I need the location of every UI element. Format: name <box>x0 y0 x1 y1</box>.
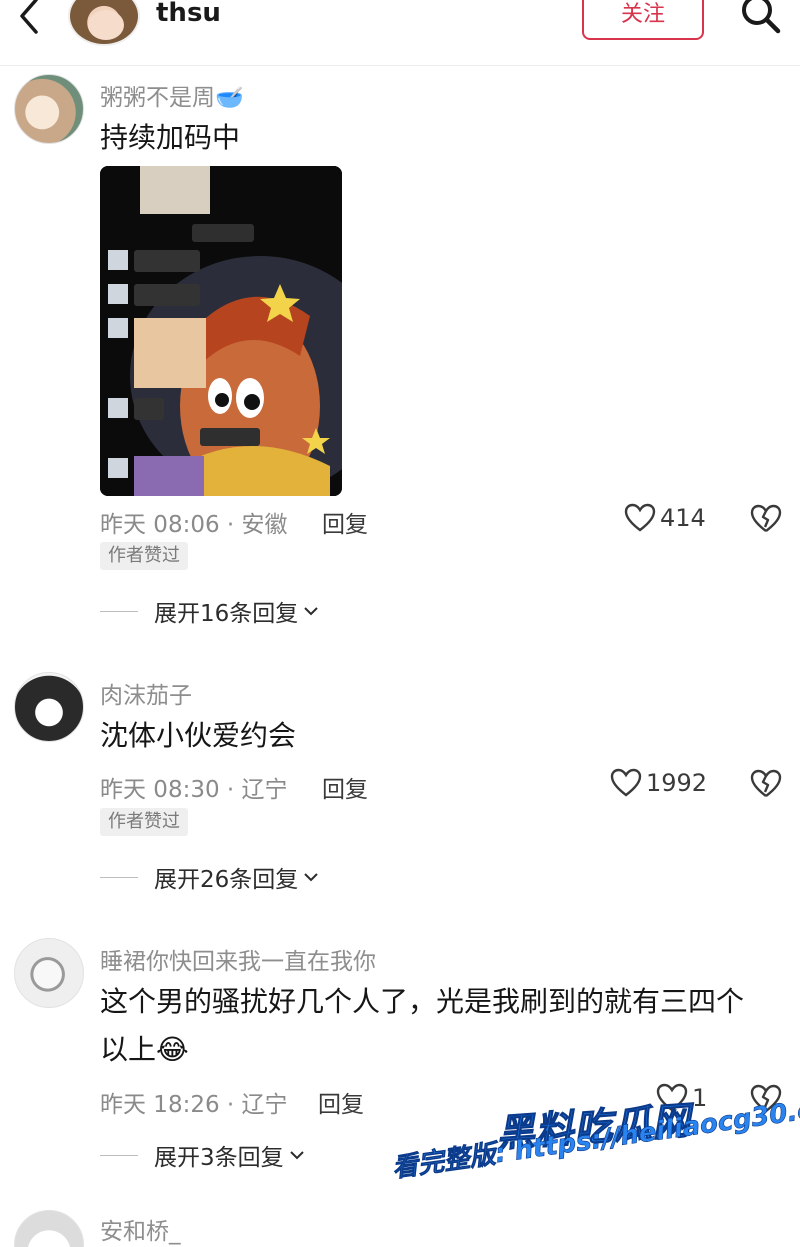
author-liked-badge: 作者赞过 <box>100 808 188 836</box>
heart-icon <box>624 503 656 532</box>
broken-heart-icon[interactable] <box>750 768 782 800</box>
search-icon[interactable] <box>736 0 784 40</box>
profile-username: thsu <box>156 0 221 28</box>
commenter-username[interactable]: 安和桥_ <box>100 1212 181 1246</box>
comment-text: 持续加码中 <box>100 121 241 154</box>
commenter-username[interactable]: 睡裙你快回来我一直在我你 <box>100 942 376 976</box>
chevron-down-icon <box>289 1151 304 1160</box>
back-arrow-icon[interactable] <box>10 0 50 40</box>
expand-replies-label: 展开3条回复 <box>154 1145 284 1171</box>
comment-time-location: 昨天 08:30 · 辽宁 <box>100 777 288 803</box>
chevron-down-icon <box>304 873 318 882</box>
divider-line <box>100 1154 138 1156</box>
commenter-username[interactable]: 肉沫茄子 <box>100 676 192 710</box>
reply-button[interactable]: 回复 <box>322 505 368 539</box>
divider-line <box>100 876 138 878</box>
commenter-avatar[interactable] <box>14 938 84 1008</box>
expand-replies-label: 展开26条回复 <box>154 867 299 893</box>
comment-text-continued: 以上😂 <box>100 1033 189 1066</box>
expand-replies-button[interactable]: 展开16条回复 <box>100 594 320 628</box>
broken-heart-icon[interactable] <box>750 503 782 535</box>
comment-time-location: 昨天 18:26 · 辽宁 <box>100 1092 288 1118</box>
like-count: 414 <box>660 504 706 532</box>
like-count: 1992 <box>646 769 708 797</box>
commenter-avatar[interactable] <box>14 672 84 742</box>
comment-image[interactable] <box>100 166 342 496</box>
reply-button[interactable]: 回复 <box>318 1085 364 1119</box>
divider-line <box>100 610 138 612</box>
commenter-avatar[interactable] <box>14 74 84 144</box>
expand-replies-button[interactable]: 展开26条回复 <box>100 860 320 894</box>
commenter-username[interactable]: 粥粥不是周🥣 <box>100 78 244 112</box>
heart-icon <box>610 768 642 797</box>
comment-text: 这个男的骚扰好几个人了，光是我刷到的就有三四个 <box>100 985 745 1018</box>
expand-replies-label: 展开16条回复 <box>154 601 299 627</box>
comment-text: 沈体小伙爱约会 <box>100 719 297 752</box>
top-bar: thsu 关注 <box>0 0 800 66</box>
like-button[interactable]: 414 <box>624 503 706 533</box>
follow-button[interactable]: 关注 <box>582 0 704 40</box>
expand-replies-button[interactable]: 展开3条回复 <box>100 1138 306 1172</box>
chevron-down-icon <box>304 607 318 616</box>
comment-time-location: 昨天 08:06 · 安徽 <box>100 512 288 538</box>
cartoon-screenshot-illustration <box>100 166 342 496</box>
commenter-avatar[interactable] <box>14 1210 84 1247</box>
reply-button[interactable]: 回复 <box>322 770 368 804</box>
profile-avatar[interactable] <box>68 0 140 46</box>
like-button[interactable]: 1992 <box>610 768 707 798</box>
author-liked-badge: 作者赞过 <box>100 542 188 570</box>
